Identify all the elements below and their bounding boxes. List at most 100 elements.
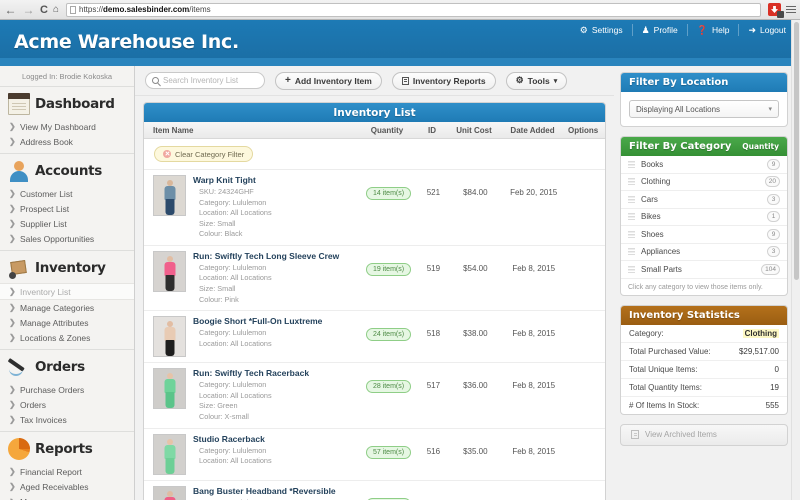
statistic-label: Total Purchased Value:	[629, 347, 711, 356]
category-list-item[interactable]: Books9	[621, 156, 787, 174]
item-thumbnail[interactable]	[153, 251, 186, 292]
item-options[interactable]	[565, 486, 605, 499]
category-list-item[interactable]: Bikes1	[621, 209, 787, 227]
item-attribute: Category: Lululemon	[193, 380, 359, 391]
sidebar-item-tax-invoices[interactable]: ❯ Tax Invoices	[0, 412, 134, 427]
drag-handle-icon[interactable]	[628, 213, 635, 220]
table-row[interactable]: Warp Knit TightSKU: 24324GHFCategory: Lu…	[144, 170, 605, 246]
drag-handle-icon[interactable]	[628, 178, 635, 185]
sidebar-item-view-my-dashboard[interactable]: ❯ View My Dashboard	[0, 119, 134, 134]
sidebar-item-more[interactable]: ❯ More ▾	[0, 494, 134, 500]
item-options[interactable]	[565, 316, 605, 329]
category-list-item[interactable]: Small Parts104	[621, 261, 787, 279]
sidebar-item-inventory-list[interactable]: ❯ Inventory List	[0, 283, 134, 300]
hamburger-menu-icon[interactable]	[786, 4, 796, 15]
page-scrollbar[interactable]	[791, 20, 800, 500]
table-row[interactable]: Run: Swiftly Tech Long Sleeve CrewCatego…	[144, 246, 605, 311]
header-nav-logout[interactable]: ➜ Logout	[739, 24, 788, 36]
table-row[interactable]: Boogie Short *Full-On LuxtremeCategory: …	[144, 311, 605, 363]
item-attribute: Size: Small	[193, 219, 359, 230]
sidebar-item-locations-zones[interactable]: ❯ Locations & Zones	[0, 330, 134, 345]
column-id[interactable]: ID	[417, 126, 447, 135]
chevron-right-icon: ❯	[9, 204, 16, 213]
drag-handle-icon[interactable]	[628, 161, 635, 168]
header-nav-help[interactable]: ❓ Help	[688, 24, 740, 36]
download-extension-icon[interactable]	[768, 3, 781, 16]
item-name-link[interactable]: Studio Racerback	[193, 434, 359, 444]
item-attribute: Size: Small	[193, 284, 359, 295]
question-circle-icon: ❓	[697, 26, 708, 35]
item-options[interactable]	[565, 434, 605, 447]
item-name-link[interactable]: Boogie Short *Full-On Luxtreme	[193, 316, 359, 326]
sidebar-item-manage-attributes[interactable]: ❯ Manage Attributes	[0, 315, 134, 330]
statistic-label: # Of Items In Stock:	[629, 401, 699, 410]
item-name-link[interactable]: Run: Swiftly Tech Long Sleeve Crew	[193, 251, 359, 261]
item-name-link[interactable]: Bang Buster Headband *Reversible	[193, 486, 359, 496]
category-list-item[interactable]: Appliances3	[621, 244, 787, 262]
sidebar-item-address-book[interactable]: ❯ Address Book	[0, 134, 134, 149]
sidebar-item-prospect-list[interactable]: ❯ Prospect List	[0, 201, 134, 216]
drag-handle-icon[interactable]	[628, 248, 635, 255]
item-thumbnail[interactable]	[153, 368, 186, 409]
search-input-wrapper[interactable]	[145, 72, 265, 89]
item-name-link[interactable]: Warp Knit Tight	[193, 175, 359, 185]
item-name-link[interactable]: Run: Swiftly Tech Racerback	[193, 368, 359, 378]
view-archived-items-button[interactable]: View Archived Items	[620, 424, 788, 446]
home-icon[interactable]: ⌂	[53, 4, 59, 15]
sidebar-item-customer-list[interactable]: ❯ Customer List	[0, 186, 134, 201]
item-attribute: Location: All Locations	[193, 273, 359, 284]
add-inventory-item-button[interactable]: + Add Inventory Item	[275, 72, 382, 90]
drag-handle-icon[interactable]	[628, 231, 635, 238]
item-details: Run: Swiftly Tech Long Sleeve CrewCatego…	[193, 251, 359, 305]
inventory-reports-button[interactable]: Inventory Reports	[392, 72, 496, 90]
item-thumbnail[interactable]	[153, 486, 186, 500]
quantity-cell: 28 item(s)	[359, 368, 419, 393]
item-details: Run: Swiftly Tech Racerback Category: Lul…	[193, 368, 359, 422]
drag-handle-icon[interactable]	[628, 196, 635, 203]
quantity-cell: 33 item(s)	[359, 486, 419, 500]
item-thumbnail[interactable]	[153, 175, 186, 216]
sidebar-item-orders[interactable]: ❯ Orders	[0, 397, 134, 412]
sidebar-item-aged-receivables[interactable]: ❯ Aged Receivables	[0, 479, 134, 494]
item-id: 516	[418, 434, 448, 456]
table-row[interactable]: Run: Swiftly Tech Racerback Category: Lul…	[144, 363, 605, 428]
location-select[interactable]: Displaying All Locations ▾	[629, 100, 779, 118]
sidebar-item-purchase-orders[interactable]: ❯ Purchase Orders	[0, 382, 134, 397]
forward-arrow-icon[interactable]: →	[22, 4, 35, 16]
search-input[interactable]	[163, 76, 258, 85]
item-options[interactable]	[565, 175, 605, 188]
item-date-added: Feb 8, 2015	[502, 368, 565, 390]
column-unit-cost[interactable]: Unit Cost	[447, 126, 501, 135]
category-list-item[interactable]: Clothing20	[621, 174, 787, 192]
item-thumbnail[interactable]	[153, 316, 186, 357]
reload-button[interactable]: C	[40, 4, 48, 16]
header-nav-profile[interactable]: ♟ Profile	[633, 24, 688, 36]
item-options[interactable]	[565, 251, 605, 264]
sidebar-item-supplier-list[interactable]: ❯ Supplier List	[0, 216, 134, 231]
item-details: Bang Buster Headband *ReversibleCategory…	[193, 486, 359, 500]
item-details: Boogie Short *Full-On LuxtremeCategory: …	[193, 316, 359, 349]
sidebar-item-manage-categories[interactable]: ❯ Manage Categories	[0, 300, 134, 315]
scrollbar-thumb[interactable]	[794, 22, 799, 280]
quantity-cell: 19 item(s)	[359, 251, 419, 276]
drag-handle-icon[interactable]	[628, 266, 635, 273]
table-row[interactable]: Studio RacerbackCategory: LululemonLocat…	[144, 429, 605, 481]
table-row[interactable]: Bang Buster Headband *ReversibleCategory…	[144, 481, 605, 500]
address-bar[interactable]: https://demo.salesbinder.com/items	[66, 3, 761, 17]
column-date-added[interactable]: Date Added	[501, 126, 564, 135]
back-arrow-icon[interactable]: ←	[4, 4, 17, 16]
content-toolbar: + Add Inventory Item Inventory Reports ⚙…	[135, 66, 614, 96]
category-list-item[interactable]: Shoes9	[621, 226, 787, 244]
item-attribute: Location: All Locations	[193, 391, 359, 402]
sidebar-item-financial-report[interactable]: ❯ Financial Report	[0, 464, 134, 479]
item-unit-cost: $36.00	[448, 368, 502, 390]
tools-dropdown-button[interactable]: ⚙ Tools ▾	[506, 72, 568, 90]
column-item-name[interactable]: Item Name	[144, 126, 357, 135]
clear-category-filter-button[interactable]: Clear Category Filter	[154, 146, 253, 162]
category-list-item[interactable]: Cars3	[621, 191, 787, 209]
header-nav-settings[interactable]: ⚙ Settings	[571, 24, 633, 36]
item-options[interactable]	[565, 368, 605, 381]
column-quantity[interactable]: Quantity	[357, 126, 417, 135]
sidebar-item-sales-opportunities[interactable]: ❯ Sales Opportunities	[0, 231, 134, 246]
item-thumbnail[interactable]	[153, 434, 186, 475]
